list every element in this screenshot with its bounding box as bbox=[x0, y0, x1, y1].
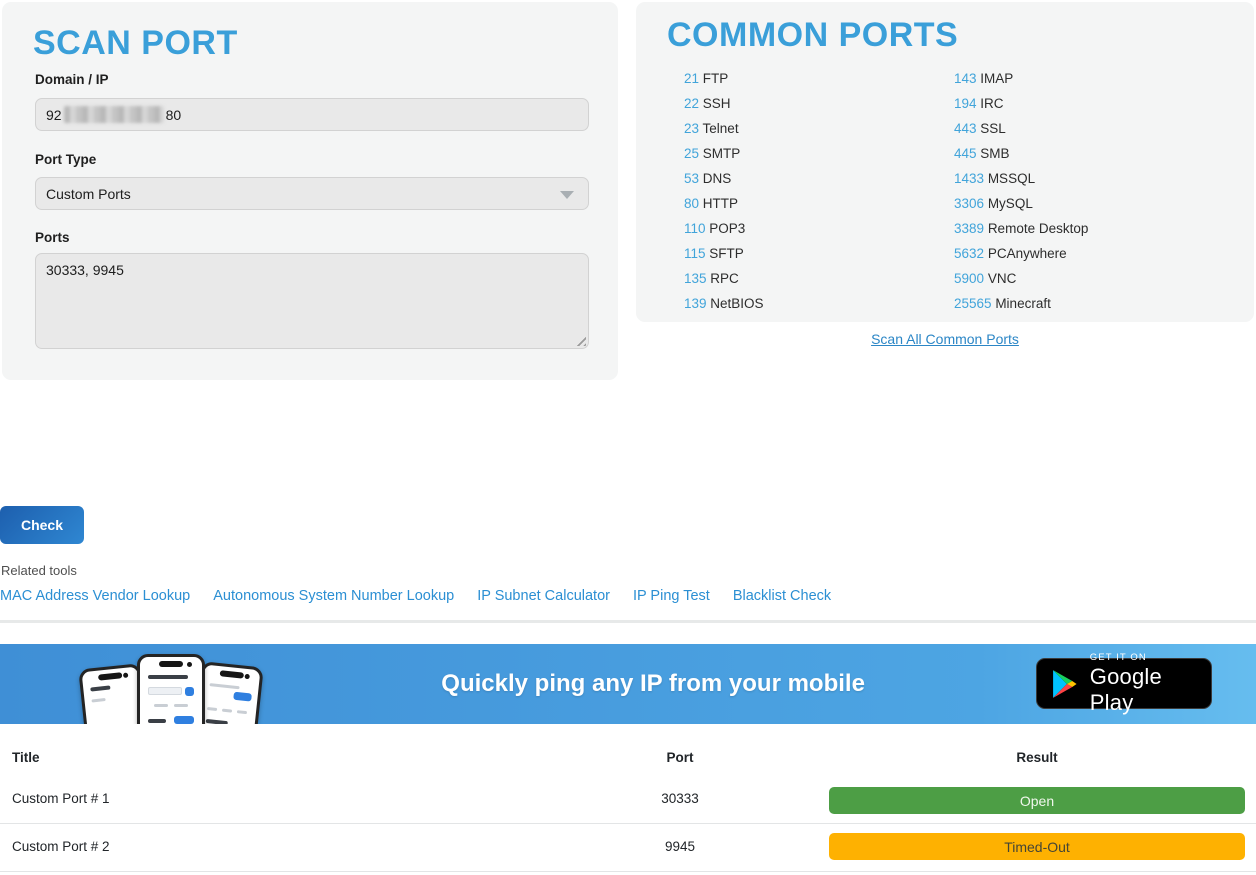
scan-port-title: SCAN PORT bbox=[33, 24, 238, 63]
google-play-badge[interactable]: GET IT ON Google Play bbox=[1036, 658, 1212, 709]
link-ip-ping-test[interactable]: IP Ping Test bbox=[633, 588, 710, 604]
results-column-title: Title bbox=[12, 750, 40, 765]
phones-illustration bbox=[85, 650, 255, 724]
port-type-select[interactable]: Custom Ports bbox=[35, 177, 589, 210]
common-port-item[interactable]: 21 FTP bbox=[684, 66, 764, 91]
result-row-port: 30333 bbox=[600, 791, 760, 806]
results-column-result: Result bbox=[829, 750, 1245, 765]
redacted-ip-blur bbox=[64, 106, 164, 123]
common-port-item[interactable]: 23 Telnet bbox=[684, 116, 764, 141]
domain-ip-value-suffix: 80 bbox=[166, 107, 182, 123]
domain-ip-value-prefix: 92 bbox=[46, 107, 62, 123]
row-separator bbox=[0, 871, 1256, 872]
status-badge-open: Open bbox=[829, 787, 1245, 814]
scan-all-common-ports-link[interactable]: Scan All Common Ports bbox=[636, 331, 1254, 347]
common-ports-left-column: 21 FTP 22 SSH 23 Telnet 25 SMTP 53 DNS 8… bbox=[684, 66, 764, 316]
common-port-item[interactable]: 25 SMTP bbox=[684, 141, 764, 166]
port-type-label: Port Type bbox=[35, 152, 96, 167]
common-ports-right-column: 143 IMAP 194 IRC 443 SSL 445 SMB 1433 MS… bbox=[954, 66, 1088, 316]
scan-port-card: SCAN PORT Domain / IP 92 80 Port Type Cu… bbox=[2, 2, 618, 380]
related-tools-label: Related tools bbox=[1, 563, 77, 578]
phone-center-mockup bbox=[137, 654, 205, 724]
common-port-item[interactable]: 25565 Minecraft bbox=[954, 291, 1088, 316]
status-badge-timed-out: Timed-Out bbox=[829, 833, 1245, 860]
common-port-item[interactable]: 80 HTTP bbox=[684, 191, 764, 216]
result-row-port: 9945 bbox=[600, 839, 760, 854]
port-type-selected-value: Custom Ports bbox=[46, 186, 131, 202]
link-mac-address-vendor-lookup[interactable]: MAC Address Vendor Lookup bbox=[0, 588, 190, 604]
google-play-icon bbox=[1050, 667, 1080, 701]
common-port-item[interactable]: 5632 PCAnywhere bbox=[954, 241, 1088, 266]
result-row-title: Custom Port # 2 bbox=[12, 839, 110, 854]
mobile-app-banner: Quickly ping any IP from your mobile GET… bbox=[0, 644, 1256, 724]
page-root: SCAN PORT Domain / IP 92 80 Port Type Cu… bbox=[0, 0, 1256, 875]
row-separator bbox=[0, 823, 1256, 824]
common-port-item[interactable]: 445 SMB bbox=[954, 141, 1088, 166]
common-ports-title: COMMON PORTS bbox=[667, 16, 958, 55]
common-port-item[interactable]: 53 DNS bbox=[684, 166, 764, 191]
link-ip-subnet-calculator[interactable]: IP Subnet Calculator bbox=[477, 588, 610, 604]
ports-label: Ports bbox=[35, 230, 70, 245]
result-row-title: Custom Port # 1 bbox=[12, 791, 110, 806]
common-port-item[interactable]: 5900 VNC bbox=[954, 266, 1088, 291]
common-port-item[interactable]: 194 IRC bbox=[954, 91, 1088, 116]
check-button[interactable]: Check bbox=[0, 506, 84, 544]
link-asn-lookup[interactable]: Autonomous System Number Lookup bbox=[213, 588, 454, 604]
common-port-item[interactable]: 135 RPC bbox=[684, 266, 764, 291]
common-port-item[interactable]: 115 SFTP bbox=[684, 241, 764, 266]
common-port-item[interactable]: 3306 MySQL bbox=[954, 191, 1088, 216]
common-port-item[interactable]: 143 IMAP bbox=[954, 66, 1088, 91]
domain-ip-label: Domain / IP bbox=[35, 72, 109, 87]
related-tools-links: MAC Address Vendor Lookup Autonomous Sys… bbox=[0, 588, 831, 604]
ports-textarea[interactable]: 30333, 9945 bbox=[35, 253, 589, 349]
common-port-item[interactable]: 139 NetBIOS bbox=[684, 291, 764, 316]
common-port-item[interactable]: 443 SSL bbox=[954, 116, 1088, 141]
google-play-badge-text: GET IT ON Google Play bbox=[1090, 652, 1211, 716]
results-column-port: Port bbox=[600, 750, 760, 765]
common-port-item[interactable]: 22 SSH bbox=[684, 91, 764, 116]
common-port-item[interactable]: 110 POP3 bbox=[684, 216, 764, 241]
domain-ip-input[interactable]: 92 80 bbox=[35, 98, 589, 131]
common-port-item[interactable]: 1433 MSSQL bbox=[954, 166, 1088, 191]
link-blacklist-check[interactable]: Blacklist Check bbox=[733, 588, 831, 604]
section-divider bbox=[0, 620, 1256, 623]
banner-headline: Quickly ping any IP from your mobile bbox=[441, 670, 865, 698]
chevron-down-icon bbox=[560, 191, 574, 199]
common-port-item[interactable]: 3389 Remote Desktop bbox=[954, 216, 1088, 241]
